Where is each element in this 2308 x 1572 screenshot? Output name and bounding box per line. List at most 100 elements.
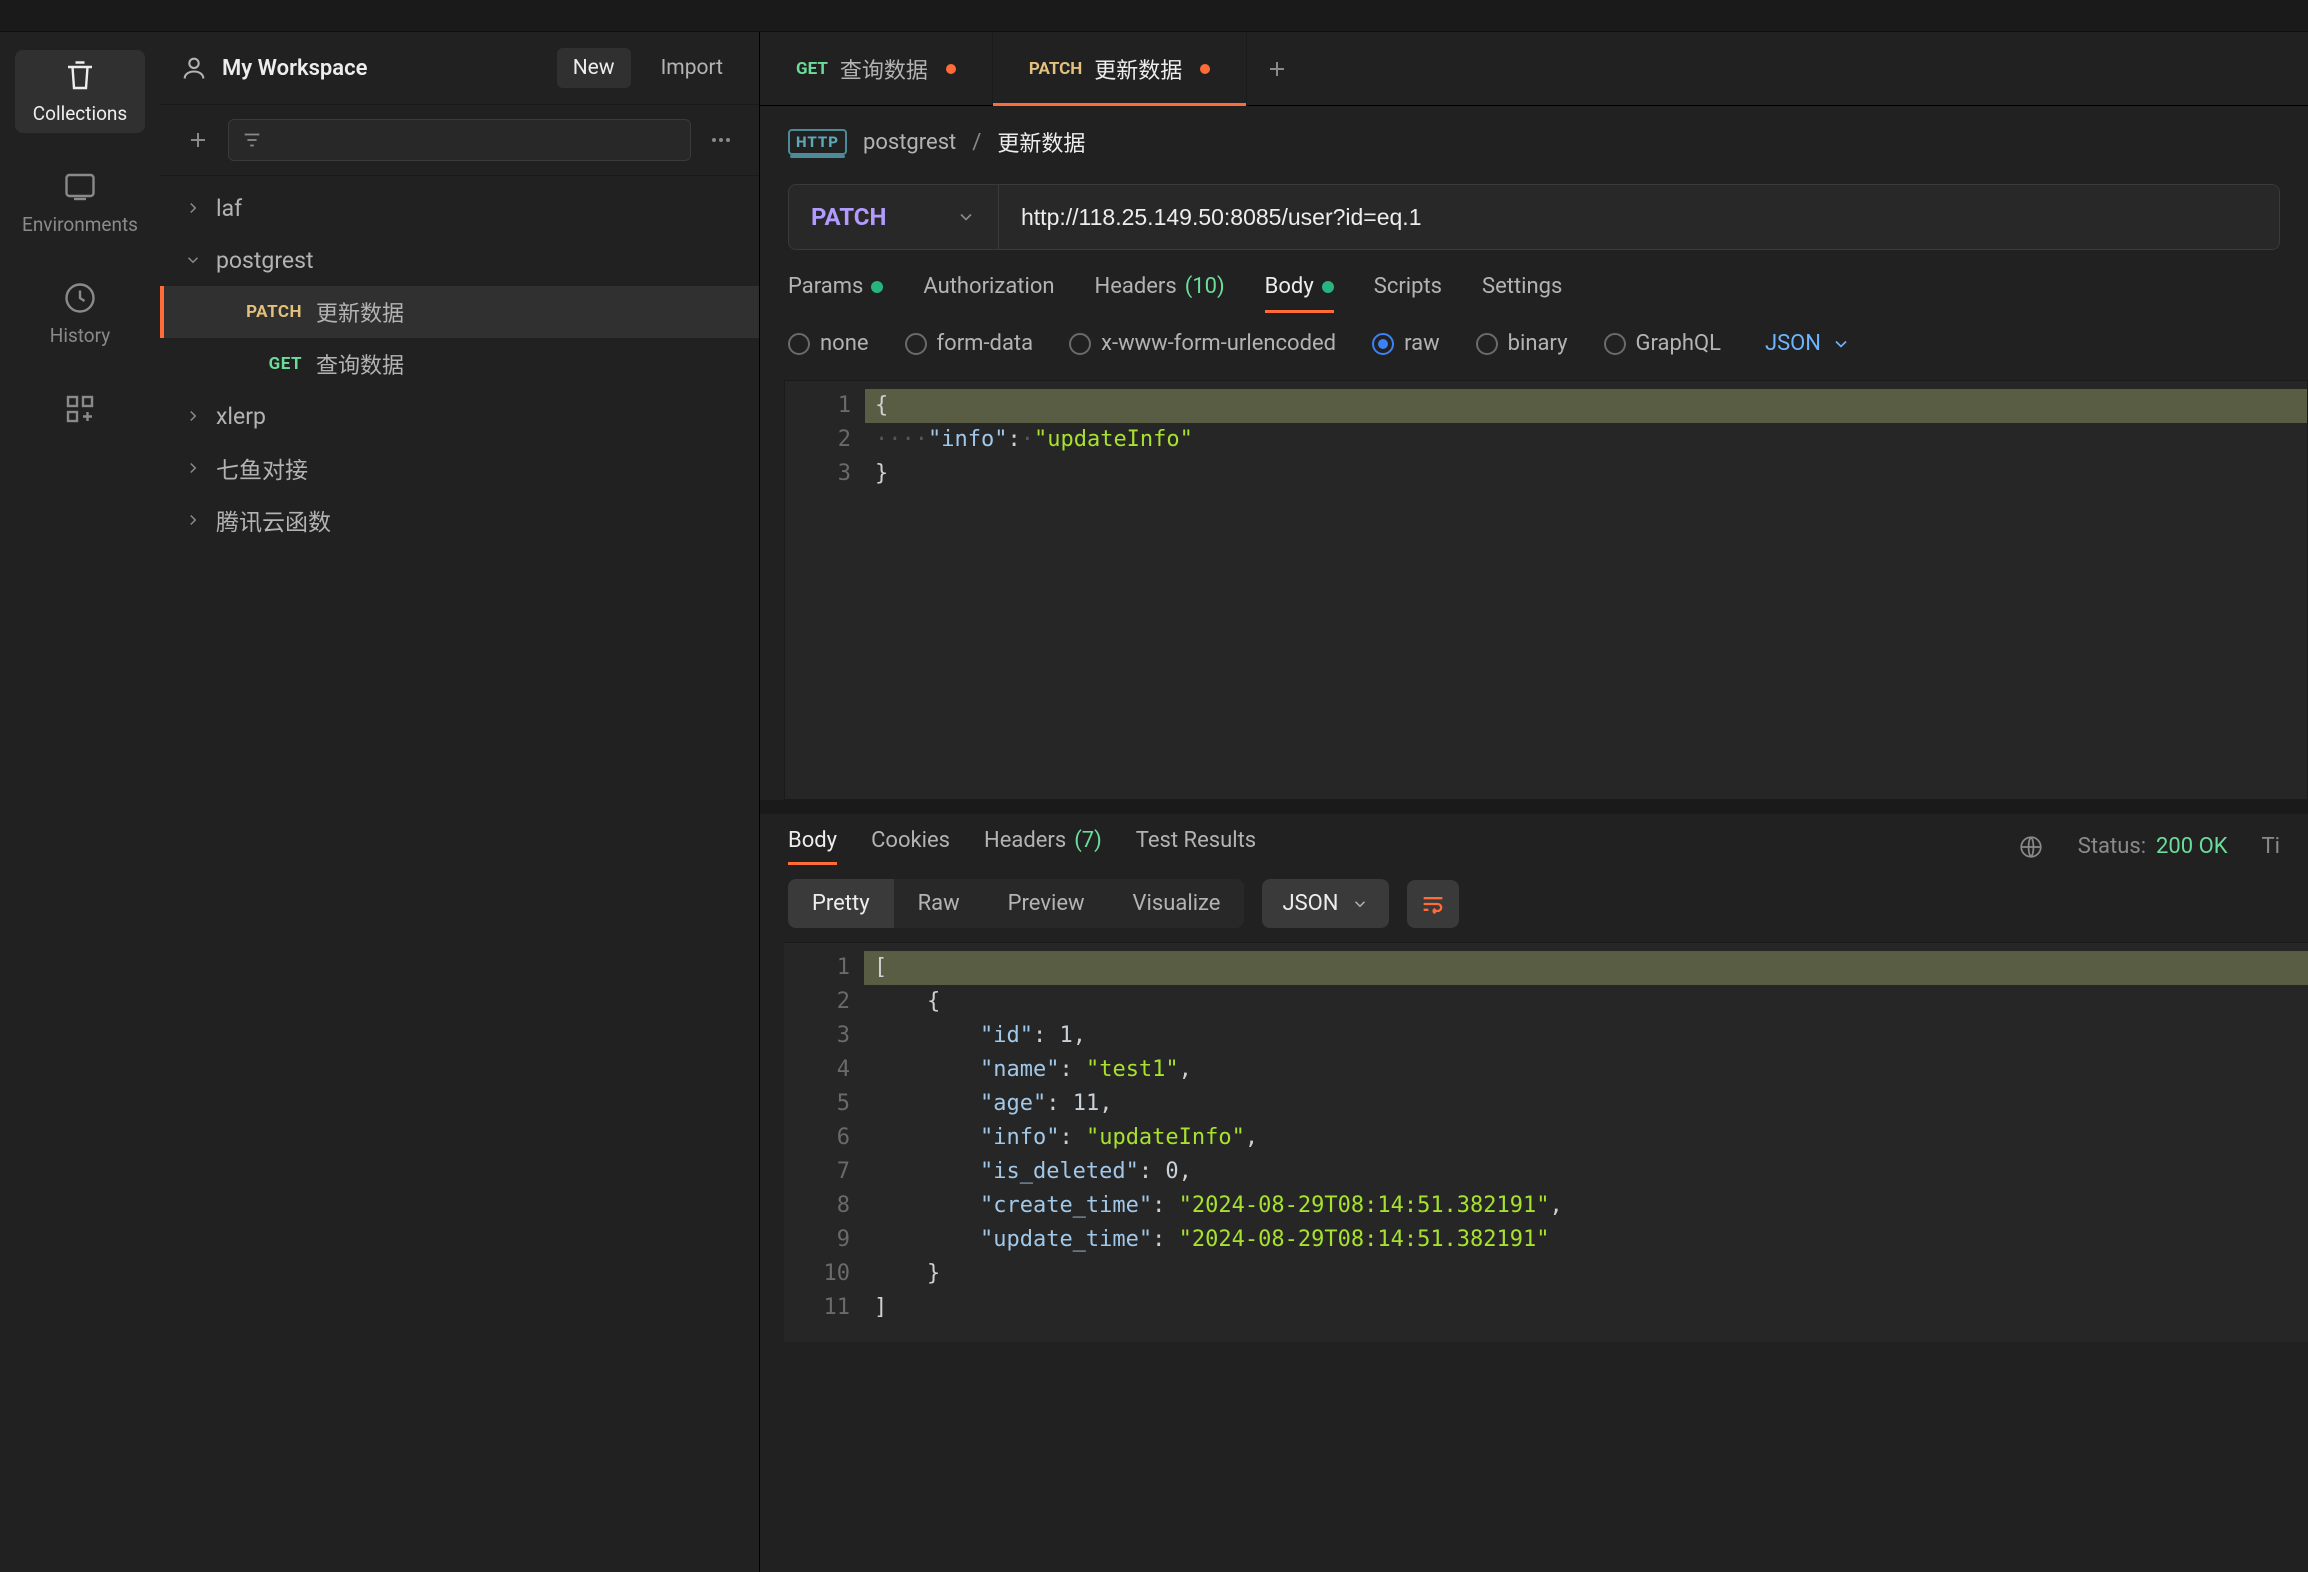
new-tab-button[interactable] (1247, 57, 1307, 81)
time-label: Ti (2262, 834, 2280, 859)
view-raw[interactable]: Raw (894, 879, 984, 928)
tab-label: 更新数据 (1094, 53, 1182, 85)
response-time: Ti (2262, 834, 2280, 859)
reqtab-label: Scripts (1374, 274, 1442, 299)
chevron-down-icon (956, 207, 976, 227)
view-pretty[interactable]: Pretty (788, 879, 894, 928)
request-section-tabs: Params Authorization Headers (10) Body S… (760, 250, 2308, 313)
more-icon (709, 128, 733, 152)
add-button[interactable] (178, 120, 218, 160)
reqtab-label: Authorization (923, 274, 1054, 299)
reqtab-params[interactable]: Params (788, 274, 883, 313)
globe-icon[interactable] (2018, 834, 2044, 860)
view-visualize[interactable]: Visualize (1109, 879, 1245, 928)
breadcrumb-collection[interactable]: postgrest (863, 130, 956, 155)
rail-collections[interactable]: Collections (15, 50, 145, 133)
tree-request-get-query[interactable]: GET 查询数据 (160, 338, 759, 390)
sidebar-tools (160, 105, 759, 176)
main-area: GET 查询数据 PATCH 更新数据 HTTP postgrest / 更新数… (760, 32, 2308, 1572)
url-input[interactable] (999, 185, 2279, 249)
resptab-label: Test Results (1136, 828, 1256, 853)
workspace-switcher[interactable]: My Workspace (180, 54, 367, 82)
radio-form-data[interactable]: form-data (905, 331, 1034, 356)
rail-history[interactable]: History (15, 272, 145, 355)
import-button[interactable]: Import (645, 48, 739, 88)
resptab-label: Headers (984, 828, 1066, 853)
response-lang-label: JSON (1282, 891, 1338, 916)
wrap-lines-button[interactable] (1407, 880, 1459, 928)
resptab-headers[interactable]: Headers(7) (984, 828, 1102, 865)
dirty-indicator (1200, 64, 1210, 74)
resptab-tests[interactable]: Test Results (1136, 828, 1256, 865)
tree-folder-qiyu[interactable]: 七鱼对接 (160, 442, 759, 494)
chevron-right-icon (184, 459, 202, 477)
resptab-label: Body (788, 828, 837, 853)
reqtab-settings[interactable]: Settings (1482, 274, 1562, 313)
response-divider[interactable] (760, 800, 2308, 814)
response-lang-selector[interactable]: JSON (1262, 879, 1388, 928)
radio-label: none (820, 331, 869, 356)
tree-folder-tencent[interactable]: 腾讯云函数 (160, 494, 759, 546)
rail-environments[interactable]: Environments (15, 161, 145, 244)
radio-urlencoded[interactable]: x-www-form-urlencoded (1069, 331, 1336, 356)
editor-code[interactable]: {····"info":·"updateInfo"} (865, 381, 2307, 799)
new-button[interactable]: New (557, 48, 631, 88)
breadcrumb-sep: / (972, 130, 981, 155)
app-global-bar (0, 0, 2308, 32)
history-icon (62, 280, 98, 316)
reqtab-label: Params (788, 274, 863, 299)
chevron-down-icon (1351, 895, 1369, 913)
user-icon (180, 54, 208, 82)
editor-gutter: 1234567891011 (784, 943, 864, 1342)
method-badge: GET (232, 354, 302, 374)
sidebar-filter[interactable] (228, 119, 691, 161)
breadcrumb: HTTP postgrest / 更新数据 (760, 106, 2308, 166)
sidebar-more-button[interactable] (701, 120, 741, 160)
tree-folder-xlerp[interactable]: xlerp (160, 390, 759, 442)
radio-graphql[interactable]: GraphQL (1604, 331, 1721, 356)
chevron-down-icon (184, 251, 202, 269)
filter-icon (241, 129, 263, 151)
reqtab-scripts[interactable]: Scripts (1374, 274, 1442, 313)
radio-none[interactable]: none (788, 331, 869, 356)
request-label: 更新数据 (316, 296, 404, 328)
active-dot (1322, 281, 1334, 293)
reqtab-headers[interactable]: Headers (10) (1095, 274, 1225, 313)
response-view-segmented: Pretty Raw Preview Visualize (788, 879, 1244, 928)
radio-label: binary (1508, 331, 1568, 356)
reqtab-body[interactable]: Body (1265, 274, 1334, 313)
rail-more[interactable] (15, 383, 145, 435)
resptab-body[interactable]: Body (788, 828, 837, 865)
view-preview[interactable]: Preview (984, 879, 1109, 928)
body-type-radios: none form-data x-www-form-urlencoded raw… (760, 313, 2308, 374)
wrap-icon (1419, 890, 1447, 918)
tab-patch-update[interactable]: PATCH 更新数据 (993, 32, 1247, 105)
plus-icon (1265, 57, 1289, 81)
collection-tree: laf postgrest PATCH 更新数据 GET 查询数据 xlerp … (160, 176, 759, 1572)
chevron-right-icon (184, 199, 202, 217)
chevron-down-icon (1831, 334, 1851, 354)
breadcrumb-request: 更新数据 (997, 126, 1085, 158)
resptab-label: Cookies (871, 828, 950, 853)
radio-binary[interactable]: binary (1476, 331, 1568, 356)
response-body-editor[interactable]: 1234567891011 [ { "id": 1, "name": "test… (784, 942, 2308, 1342)
method-value: PATCH (811, 203, 886, 231)
editor-code[interactable]: [ { "id": 1, "name": "test1", "age": 11,… (864, 943, 2308, 1342)
radio-raw[interactable]: raw (1372, 331, 1440, 356)
status-value: 200 OK (2156, 834, 2228, 859)
tab-label: 查询数据 (840, 53, 928, 85)
tree-request-patch-update[interactable]: PATCH 更新数据 (160, 286, 759, 338)
request-label: 查询数据 (316, 348, 404, 380)
request-line: PATCH (788, 184, 2280, 250)
collections-icon (62, 58, 98, 94)
body-lang-selector[interactable]: JSON (1765, 331, 1851, 356)
body-lang-label: JSON (1765, 331, 1821, 356)
request-body-editor[interactable]: 123 {····"info":·"updateInfo"} (784, 380, 2308, 800)
resptab-cookies[interactable]: Cookies (871, 828, 950, 865)
tree-folder-laf[interactable]: laf (160, 182, 759, 234)
tab-get-query[interactable]: GET 查询数据 (760, 32, 993, 105)
tree-label: 腾讯云函数 (216, 503, 331, 537)
method-selector[interactable]: PATCH (789, 185, 999, 249)
tree-folder-postgrest[interactable]: postgrest (160, 234, 759, 286)
reqtab-authorization[interactable]: Authorization (923, 274, 1054, 313)
